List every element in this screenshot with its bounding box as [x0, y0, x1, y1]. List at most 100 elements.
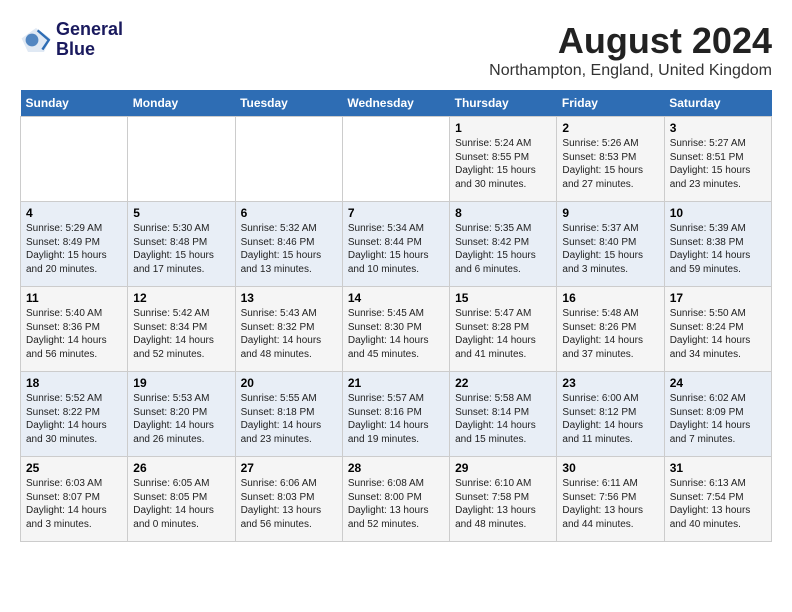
calendar-cell — [342, 117, 449, 202]
day-number: 4 — [26, 206, 122, 220]
day-number: 5 — [133, 206, 229, 220]
calendar-cell — [128, 117, 235, 202]
calendar-cell: 1Sunrise: 5:24 AM Sunset: 8:55 PM Daylig… — [450, 117, 557, 202]
title-block: August 2024 Northampton, England, United… — [489, 20, 772, 80]
calendar-cell: 15 Sunrise: 5:47 AM Sunset: 8:28 PM Dayli… — [450, 287, 557, 372]
cell-info: Sunrise: 5:30 AM Sunset: 8:48 PM Dayligh… — [133, 222, 229, 276]
header-row: SundayMondayTuesdayWednesdayThursdayFrid… — [21, 90, 772, 117]
cell-info: Sunrise: 5:57 AM Sunset: 8:16 PM Dayligh… — [348, 392, 444, 446]
calendar-body: 1Sunrise: 5:24 AM Sunset: 8:55 PM Daylig… — [21, 117, 772, 542]
header-day-monday: Monday — [128, 90, 235, 117]
calendar-cell: 16 Sunrise: 5:48 AM Sunset: 8:26 PM Dayli… — [557, 287, 664, 372]
cell-info: Sunrise: 5:39 AM Sunset: 8:38 PM Dayligh… — [670, 222, 766, 276]
calendar-cell: 25Sunrise: 6:03 AM Sunset: 8:07 PM Dayli… — [21, 457, 128, 542]
cell-info: Sunrise: 5:24 AM Sunset: 8:55 PM Dayligh… — [455, 137, 551, 191]
calendar-cell: 31Sunrise: 6:13 AM Sunset: 7:54 PM Dayli… — [664, 457, 771, 542]
day-number: 16 — [562, 291, 658, 305]
location: Northampton, England, United Kingdom — [489, 62, 772, 80]
day-number: 19 — [133, 376, 229, 390]
calendar-cell: 7 Sunrise: 5:34 AM Sunset: 8:44 PM Daylig… — [342, 202, 449, 287]
header-day-sunday: Sunday — [21, 90, 128, 117]
day-number: 27 — [241, 461, 337, 475]
calendar-cell: 14Sunrise: 5:45 AM Sunset: 8:30 PM Dayli… — [342, 287, 449, 372]
cell-info: Sunrise: 5:53 AM Sunset: 8:20 PM Dayligh… — [133, 392, 229, 446]
calendar-cell: 20Sunrise: 5:55 AM Sunset: 8:18 PM Dayli… — [235, 372, 342, 457]
calendar-cell: 2 Sunrise: 5:26 AM Sunset: 8:53 PM Daylig… — [557, 117, 664, 202]
calendar-cell: 4Sunrise: 5:29 AM Sunset: 8:49 PM Daylig… — [21, 202, 128, 287]
calendar-cell: 29 Sunrise: 6:10 AM Sunset: 7:58 PM Dayli… — [450, 457, 557, 542]
calendar-cell: 24Sunrise: 6:02 AM Sunset: 8:09 PM Dayli… — [664, 372, 771, 457]
header-day-friday: Friday — [557, 90, 664, 117]
calendar-cell: 22 Sunrise: 5:58 AM Sunset: 8:14 PM Dayli… — [450, 372, 557, 457]
calendar-cell: 27 Sunrise: 6:06 AM Sunset: 8:03 PM Dayli… — [235, 457, 342, 542]
day-number: 15 — [455, 291, 551, 305]
day-number: 11 — [26, 291, 122, 305]
logo-text: General Blue — [56, 20, 123, 60]
day-number: 7 — [348, 206, 444, 220]
calendar-cell: 23 Sunrise: 6:00 AM Sunset: 8:12 PM Dayli… — [557, 372, 664, 457]
month-year: August 2024 — [489, 20, 772, 62]
cell-info: Sunrise: 6:06 AM Sunset: 8:03 PM Dayligh… — [241, 477, 337, 531]
calendar-cell: 21 Sunrise: 5:57 AM Sunset: 8:16 PM Dayli… — [342, 372, 449, 457]
day-number: 30 — [562, 461, 658, 475]
day-number: 6 — [241, 206, 337, 220]
week-row-2: 4Sunrise: 5:29 AM Sunset: 8:49 PM Daylig… — [21, 202, 772, 287]
cell-info: Sunrise: 6:00 AM Sunset: 8:12 PM Dayligh… — [562, 392, 658, 446]
cell-info: Sunrise: 5:48 AM Sunset: 8:26 PM Dayligh… — [562, 307, 658, 361]
cell-info: Sunrise: 5:27 AM Sunset: 8:51 PM Dayligh… — [670, 137, 766, 191]
cell-info: Sunrise: 6:13 AM Sunset: 7:54 PM Dayligh… — [670, 477, 766, 531]
calendar-cell: 5 Sunrise: 5:30 AM Sunset: 8:48 PM Daylig… — [128, 202, 235, 287]
cell-info: Sunrise: 5:42 AM Sunset: 8:34 PM Dayligh… — [133, 307, 229, 361]
page-header: General Blue August 2024 Northampton, En… — [20, 20, 772, 80]
cell-info: Sunrise: 6:05 AM Sunset: 8:05 PM Dayligh… — [133, 477, 229, 531]
week-row-5: 25Sunrise: 6:03 AM Sunset: 8:07 PM Dayli… — [21, 457, 772, 542]
logo-icon — [20, 24, 52, 56]
calendar-cell: 3Sunrise: 5:27 AM Sunset: 8:51 PM Daylig… — [664, 117, 771, 202]
cell-info: Sunrise: 5:37 AM Sunset: 8:40 PM Dayligh… — [562, 222, 658, 276]
cell-info: Sunrise: 5:26 AM Sunset: 8:53 PM Dayligh… — [562, 137, 658, 191]
calendar-cell: 28Sunrise: 6:08 AM Sunset: 8:00 PM Dayli… — [342, 457, 449, 542]
cell-info: Sunrise: 5:58 AM Sunset: 8:14 PM Dayligh… — [455, 392, 551, 446]
day-number: 22 — [455, 376, 551, 390]
cell-info: Sunrise: 5:43 AM Sunset: 8:32 PM Dayligh… — [241, 307, 337, 361]
cell-info: Sunrise: 5:32 AM Sunset: 8:46 PM Dayligh… — [241, 222, 337, 276]
day-number: 14 — [348, 291, 444, 305]
day-number: 21 — [348, 376, 444, 390]
header-day-thursday: Thursday — [450, 90, 557, 117]
calendar-cell: 30 Sunrise: 6:11 AM Sunset: 7:56 PM Dayli… — [557, 457, 664, 542]
calendar-cell: 17Sunrise: 5:50 AM Sunset: 8:24 PM Dayli… — [664, 287, 771, 372]
calendar-cell: 26 Sunrise: 6:05 AM Sunset: 8:05 PM Dayli… — [128, 457, 235, 542]
cell-info: Sunrise: 6:03 AM Sunset: 8:07 PM Dayligh… — [26, 477, 122, 531]
day-number: 12 — [133, 291, 229, 305]
calendar-cell: 13 Sunrise: 5:43 AM Sunset: 8:32 PM Dayli… — [235, 287, 342, 372]
header-day-wednesday: Wednesday — [342, 90, 449, 117]
day-number: 26 — [133, 461, 229, 475]
day-number: 23 — [562, 376, 658, 390]
week-row-4: 18Sunrise: 5:52 AM Sunset: 8:22 PM Dayli… — [21, 372, 772, 457]
day-number: 10 — [670, 206, 766, 220]
calendar-cell: 12 Sunrise: 5:42 AM Sunset: 8:34 PM Dayli… — [128, 287, 235, 372]
day-number: 2 — [562, 121, 658, 135]
header-day-saturday: Saturday — [664, 90, 771, 117]
cell-info: Sunrise: 6:11 AM Sunset: 7:56 PM Dayligh… — [562, 477, 658, 531]
calendar-table: SundayMondayTuesdayWednesdayThursdayFrid… — [20, 90, 772, 542]
cell-info: Sunrise: 5:40 AM Sunset: 8:36 PM Dayligh… — [26, 307, 122, 361]
calendar-cell: 6 Sunrise: 5:32 AM Sunset: 8:46 PM Daylig… — [235, 202, 342, 287]
calendar-header: SundayMondayTuesdayWednesdayThursdayFrid… — [21, 90, 772, 117]
day-number: 8 — [455, 206, 551, 220]
day-number: 29 — [455, 461, 551, 475]
calendar-cell: 8Sunrise: 5:35 AM Sunset: 8:42 PM Daylig… — [450, 202, 557, 287]
cell-info: Sunrise: 5:34 AM Sunset: 8:44 PM Dayligh… — [348, 222, 444, 276]
day-number: 13 — [241, 291, 337, 305]
cell-info: Sunrise: 5:50 AM Sunset: 8:24 PM Dayligh… — [670, 307, 766, 361]
day-number: 20 — [241, 376, 337, 390]
cell-info: Sunrise: 5:47 AM Sunset: 8:28 PM Dayligh… — [455, 307, 551, 361]
calendar-cell: 18Sunrise: 5:52 AM Sunset: 8:22 PM Dayli… — [21, 372, 128, 457]
day-number: 28 — [348, 461, 444, 475]
cell-info: Sunrise: 6:10 AM Sunset: 7:58 PM Dayligh… — [455, 477, 551, 531]
header-day-tuesday: Tuesday — [235, 90, 342, 117]
calendar-cell — [235, 117, 342, 202]
calendar-cell — [21, 117, 128, 202]
day-number: 18 — [26, 376, 122, 390]
calendar-cell: 19 Sunrise: 5:53 AM Sunset: 8:20 PM Dayli… — [128, 372, 235, 457]
